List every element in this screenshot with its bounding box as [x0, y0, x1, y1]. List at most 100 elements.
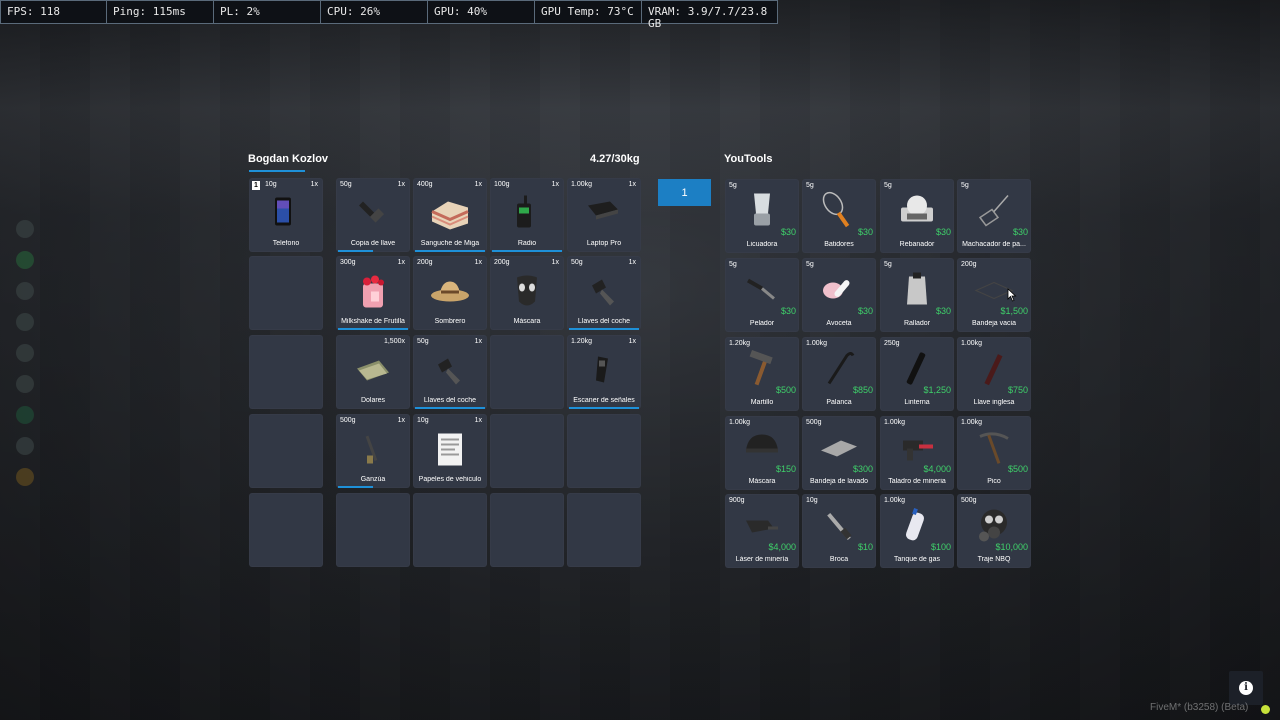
inventory-slot[interactable]: 100g 1x Radio	[490, 178, 564, 252]
shop-item-slot[interactable]: 5g $30 Machacador de pa...	[957, 179, 1031, 253]
item-weight: 500g	[340, 417, 356, 424]
inventory-slot[interactable]: 1,500x Dolares	[336, 335, 410, 409]
shop-item-slot[interactable]: 5g $30 Licuadora	[725, 179, 799, 253]
item-quantity: 1x	[551, 259, 559, 266]
item-weight: 1.00kg	[961, 340, 983, 347]
radio-icon	[507, 195, 547, 237]
inventory-slot[interactable]: 10g 1x Papeles de vehiculo	[413, 414, 487, 488]
milkshake-icon	[353, 274, 393, 315]
inventory-slot[interactable]: 200g 1x Sombrero	[413, 256, 487, 330]
armor-icon	[16, 251, 34, 269]
item-weight: 50g	[571, 259, 583, 266]
item-weight: 1.00kg	[571, 181, 593, 188]
item-weight: 1.20kg	[571, 338, 593, 345]
item-name: Llave inglesa	[973, 399, 1015, 406]
empty-inventory-slot[interactable]	[490, 335, 564, 409]
shop-item-slot[interactable]: 900g $4,000 Láser de minería	[725, 494, 799, 568]
item-name: Bandeja vacia	[972, 320, 1016, 327]
item-name: Milkshake de Frutilla	[341, 318, 405, 325]
empty-inventory-slot[interactable]	[249, 414, 323, 488]
item-name: Rallador	[903, 320, 931, 327]
scanner-icon	[584, 353, 624, 394]
empty-inventory-slot[interactable]	[567, 493, 641, 567]
inventory-slot[interactable]: 50g 1x Llaves del coche	[413, 335, 487, 409]
item-name: Taladro de mineria	[888, 478, 946, 485]
item-weight: 400g	[417, 181, 433, 188]
shop-item-slot[interactable]: 1.00kg $4,000 Taladro de mineria	[880, 416, 954, 490]
item-weight: 5g	[961, 182, 969, 189]
item-weight: 10g	[417, 417, 429, 424]
scoop-icon	[819, 271, 859, 312]
inventory-slot[interactable]: 50g 1x Copia de llave	[336, 178, 410, 252]
empty-inventory-slot[interactable]	[336, 493, 410, 567]
item-name: Batidores	[824, 241, 854, 248]
durability-bar	[492, 250, 562, 252]
shop-item-slot[interactable]: 500g $300 Bandeja de lavado	[802, 416, 876, 490]
shop-item-slot[interactable]: 5g $30 Rebanador	[880, 179, 954, 253]
inventory-slot[interactable]: 1 10g 1x Telefono	[249, 178, 323, 252]
shop-item-slot[interactable]: 5g $30 Rallador	[880, 258, 954, 332]
hotbar-number: 1	[252, 181, 260, 190]
hat-icon	[430, 274, 470, 315]
empty-inventory-slot[interactable]	[413, 493, 487, 567]
shop-item-slot[interactable]: 10g $10 Broca	[802, 494, 876, 568]
inventory-slot[interactable]: 400g 1x Sanguche de Miga	[413, 178, 487, 252]
inventory-slot[interactable]: 200g 1x Máscara	[490, 256, 564, 330]
amount-input[interactable]	[658, 179, 711, 206]
stamina-icon	[16, 437, 34, 455]
inventory-slot[interactable]: 1.20kg 1x Escaner de señales	[567, 335, 641, 409]
item-price: $150	[775, 464, 796, 474]
shop-item-slot[interactable]: 5g $30 Batidores	[802, 179, 876, 253]
shop-item-slot[interactable]: 500g $10,000 Traje NBQ	[957, 494, 1031, 568]
item-weight: 200g	[494, 259, 510, 266]
shop-item-slot[interactable]: 1.00kg $500 Pico	[957, 416, 1031, 490]
item-name: Máscara	[513, 318, 541, 325]
inventory-slot[interactable]: 50g 1x Llaves del coche	[567, 256, 641, 330]
durability-bar	[415, 407, 485, 409]
empty-inventory-slot[interactable]	[490, 493, 564, 567]
item-name: Radio	[517, 240, 537, 247]
item-name: Sombrero	[434, 318, 466, 325]
info-button[interactable]: i	[1229, 671, 1263, 705]
item-name: Machacador de pa...	[962, 241, 1026, 248]
durability-bar	[338, 486, 373, 488]
shop-item-slot[interactable]: 1.00kg $850 Palanca	[802, 337, 876, 411]
inventory-slot[interactable]: 500g 1x Ganzúa	[336, 414, 410, 488]
player-name: Bogdan Kozlov	[248, 153, 329, 165]
shop-item-slot[interactable]: 1.00kg $750 Llave inglesa	[957, 337, 1031, 411]
item-name: Traje NBQ	[977, 556, 1011, 563]
shop-item-slot[interactable]: 5g $30 Avoceta	[802, 258, 876, 332]
item-price: $30	[780, 306, 796, 316]
empty-inventory-slot[interactable]	[490, 414, 564, 488]
item-price: $500	[1007, 464, 1028, 474]
empty-inventory-slot[interactable]	[249, 256, 323, 330]
shop-item-slot[interactable]: 200g $1,500 Bandeja vacia	[957, 258, 1031, 332]
shop-item-slot[interactable]: 1.20kg $500 Martillo	[725, 337, 799, 411]
empty-inventory-slot[interactable]	[249, 335, 323, 409]
vram-stat: VRAM: 3.9/7.7/23.8 GB	[648, 5, 768, 30]
item-name: Tanque de gas	[894, 556, 940, 563]
item-quantity: 1x	[474, 181, 482, 188]
empty-inventory-slot[interactable]	[249, 493, 323, 567]
drill-bit-icon	[819, 507, 859, 548]
item-quantity: 1x	[628, 338, 636, 345]
item-name: Láser de minería	[735, 556, 789, 563]
durability-bar	[338, 250, 373, 252]
shop-item-slot[interactable]: 1.00kg $150 Máscara	[725, 416, 799, 490]
item-name: Laptop Pro	[586, 240, 622, 247]
item-quantity: 1x	[397, 259, 405, 266]
inventory-slot[interactable]: 300g 1x Milkshake de Frutilla	[336, 256, 410, 330]
shop-item-slot[interactable]: 250g $1,250 Linterna	[880, 337, 954, 411]
gpu-stat: GPU: 40%	[428, 1, 535, 23]
inventory-slot[interactable]: 1.00kg 1x Laptop Pro	[567, 178, 641, 252]
shop-item-slot[interactable]: 5g $30 Pelador	[725, 258, 799, 332]
durability-bar	[338, 328, 408, 330]
shop-item-slot[interactable]: 1.00kg $100 Tanque de gas	[880, 494, 954, 568]
item-name: Rebanador	[899, 241, 935, 248]
blender-icon	[742, 192, 782, 233]
durability-bar	[415, 250, 485, 252]
item-price: $30	[780, 227, 796, 237]
empty-inventory-slot[interactable]	[567, 414, 641, 488]
item-weight: 1.20kg	[729, 340, 751, 347]
item-name: Llaves del coche	[423, 397, 477, 404]
